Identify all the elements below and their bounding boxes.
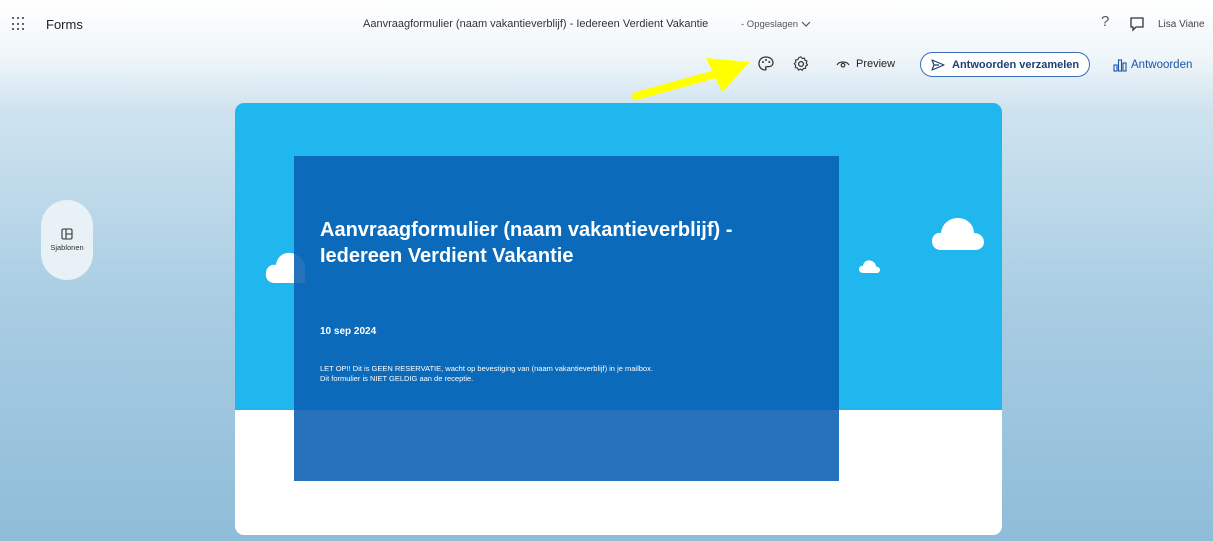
annotation-arrow bbox=[632, 58, 750, 100]
form-date: 10 sep 2024 bbox=[320, 326, 377, 337]
theme-palette-icon[interactable] bbox=[757, 55, 775, 73]
top-bar: Forms Aanvraagformulier (naam vakantieve… bbox=[0, 0, 1213, 48]
form-description-line: Dit formulier is NIET GELDIG aan de rece… bbox=[320, 374, 474, 383]
form-header-panel[interactable]: Aanvraagformulier (naam vakantieverblijf… bbox=[294, 156, 839, 481]
save-status: - Opgeslagen bbox=[741, 19, 799, 30]
cloud-icon bbox=[859, 260, 881, 273]
responses-button[interactable]: Antwoorden bbox=[1113, 56, 1192, 74]
form-title[interactable]: Aanvraagformulier (naam vakantieverblijf… bbox=[320, 217, 790, 269]
collect-responses-button[interactable]: Antwoorden verzamelen bbox=[920, 52, 1090, 77]
templates-label: Sjablonen bbox=[50, 243, 84, 252]
chevron-down-icon[interactable] bbox=[799, 17, 813, 31]
send-icon bbox=[931, 58, 945, 71]
feedback-icon[interactable] bbox=[1129, 16, 1145, 32]
cloud-icon bbox=[932, 218, 984, 250]
user-name[interactable]: Lisa Viane bbox=[1158, 19, 1205, 30]
form-description[interactable]: LET OP!! Dit is GEEN RESERVATIE, wacht o… bbox=[320, 364, 820, 384]
gear-icon[interactable] bbox=[792, 55, 810, 73]
collect-responses-label: Antwoorden verzamelen bbox=[952, 58, 1080, 71]
app-name[interactable]: Forms bbox=[46, 17, 83, 32]
template-grid-icon bbox=[61, 228, 73, 240]
preview-label: Preview bbox=[856, 58, 896, 70]
form-description-line: LET OP!! Dit is GEEN RESERVATIE, wacht o… bbox=[320, 364, 653, 373]
help-icon[interactable]: ? bbox=[1101, 13, 1109, 30]
preview-button[interactable]: Preview bbox=[836, 55, 895, 73]
bar-chart-icon bbox=[1113, 58, 1127, 72]
templates-button[interactable]: Sjablonen bbox=[41, 200, 93, 280]
responses-label: Antwoorden bbox=[1131, 59, 1193, 71]
waffle-icon[interactable] bbox=[12, 17, 26, 31]
form-card: Aanvraagformulier (naam vakantieverblijf… bbox=[235, 103, 1002, 535]
eye-icon bbox=[836, 61, 850, 68]
document-title[interactable]: Aanvraagformulier (naam vakantieverblijf… bbox=[363, 18, 708, 30]
